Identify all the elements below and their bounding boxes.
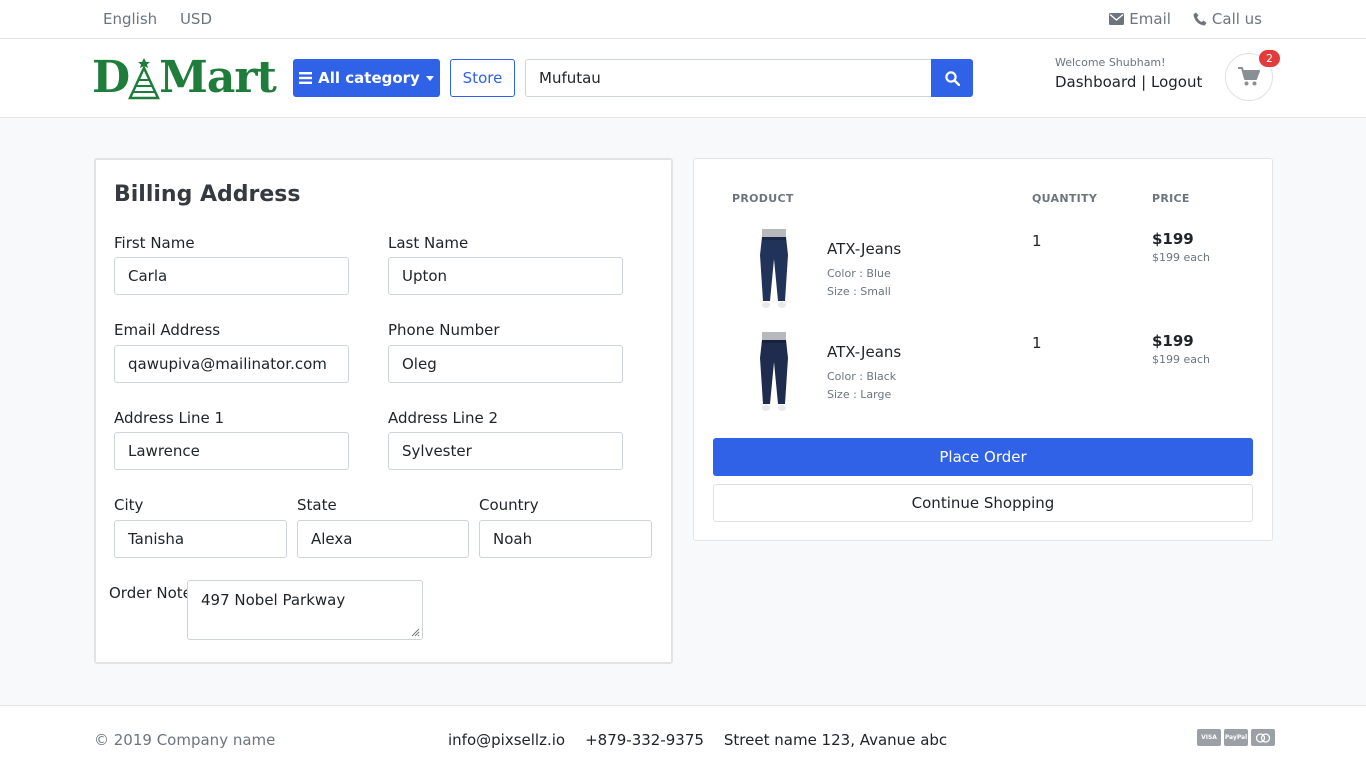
product-color: Color : Black (827, 370, 897, 383)
logo-letter-d: D (92, 52, 130, 103)
phone-number-value: Oleg (402, 355, 437, 373)
email-link[interactable]: Email (1109, 10, 1171, 28)
call-link[interactable]: Call us (1193, 10, 1262, 28)
address-line-1-value: Lawrence (128, 442, 200, 460)
order-summary-card: PRODUCT QUANTITY PRICE ATX-Jeans Color :… (693, 158, 1273, 541)
caret-down-icon (425, 75, 434, 81)
copyright-text: © 2019 Company name (94, 731, 276, 749)
footer-phone[interactable]: +879-332-9375 (585, 731, 704, 749)
product-name[interactable]: ATX-Jeans (827, 343, 901, 361)
state-label: State (297, 496, 337, 514)
country-value: Noah (493, 530, 533, 548)
price-column-header: PRICE (1152, 192, 1190, 205)
product-size: Size : Large (827, 388, 892, 401)
last-name-value: Upton (402, 267, 448, 285)
email-address-label: Email Address (114, 321, 221, 339)
country-label: Country (479, 496, 539, 514)
main-header: D Mart All category Store Mufutau Welcom… (0, 39, 1366, 118)
cart-button[interactable]: 2 (1225, 50, 1280, 101)
resize-grip-icon[interactable] (410, 627, 420, 637)
footer-email[interactable]: info@pixsellz.io (448, 731, 565, 749)
last-name-label: Last Name (388, 234, 469, 252)
visa-icon: VISA (1197, 729, 1221, 746)
email-label: Email (1129, 10, 1171, 28)
place-order-button[interactable]: Place Order (713, 438, 1253, 476)
language-selector[interactable]: English (103, 10, 157, 28)
dashboard-link[interactable]: Dashboard (1055, 73, 1136, 91)
footer: © 2019 Company name info@pixsellz.io +87… (0, 705, 1366, 770)
product-color: Color : Blue (827, 267, 891, 280)
city-field[interactable]: Tanisha (114, 520, 287, 558)
continue-shopping-button[interactable]: Continue Shopping (713, 484, 1253, 522)
product-quantity: 1 (1032, 334, 1042, 352)
product-price: $199 (1152, 230, 1194, 248)
logo-text-mart: Mart (159, 52, 277, 103)
email-value: qawupiva@mailinator.com (128, 355, 327, 373)
first-name-field[interactable]: Carla (114, 257, 349, 295)
envelope-icon (1109, 13, 1125, 25)
phone-number-label: Phone Number (388, 321, 500, 339)
product-name[interactable]: ATX-Jeans (827, 240, 901, 258)
separator: | (1141, 73, 1147, 91)
address-line-2-field[interactable]: Sylvester (388, 432, 623, 470)
quantity-column-header: QUANTITY (1032, 192, 1098, 205)
product-column-header: PRODUCT (732, 192, 794, 205)
product-quantity: 1 (1032, 232, 1042, 250)
paypal-icon: PayPal (1224, 729, 1248, 746)
all-category-label: All category (318, 69, 420, 87)
state-value: Alexa (311, 530, 353, 548)
first-name-label: First Name (114, 234, 195, 252)
search-input[interactable]: Mufutau (525, 59, 931, 97)
all-category-button[interactable]: All category (293, 59, 440, 97)
email-field[interactable]: qawupiva@mailinator.com (114, 345, 349, 383)
logout-link[interactable]: Logout (1151, 73, 1202, 91)
menu-icon (299, 72, 313, 84)
order-note-label: Order Note (109, 584, 192, 602)
product-unit-price: $199 each (1152, 353, 1211, 366)
call-label: Call us (1211, 10, 1262, 28)
tree-logo-icon (128, 58, 161, 100)
currency-selector[interactable]: USD (180, 10, 212, 28)
product-price: $199 (1152, 332, 1194, 350)
address-line-2-label: Address Line 2 (388, 409, 499, 427)
order-note-value: 497 Nobel Parkway (201, 591, 346, 609)
last-name-field[interactable]: Upton (388, 257, 623, 295)
store-button[interactable]: Store (450, 59, 515, 97)
billing-address-card: Billing Address First Name Carla Last Na… (94, 158, 673, 664)
top-bar: English USD Email Call us (0, 0, 1366, 39)
country-field[interactable]: Noah (479, 520, 652, 558)
footer-address: Street name 123, Avanue abc (723, 731, 948, 749)
welcome-text: Welcome Shubham! (1055, 56, 1166, 69)
shopping-cart-icon (1238, 67, 1260, 86)
mastercard-icon (1251, 729, 1275, 746)
order-note-textarea[interactable]: 497 Nobel Parkway (187, 580, 423, 640)
address-line-1-field[interactable]: Lawrence (114, 432, 349, 470)
state-field[interactable]: Alexa (297, 520, 469, 558)
city-value: Tanisha (128, 530, 185, 548)
address-line-2-value: Sylvester (402, 442, 472, 460)
search-icon (944, 70, 960, 86)
search-bar: Mufutau (525, 59, 973, 97)
product-unit-price: $199 each (1152, 251, 1211, 264)
jeans-product-image[interactable] (752, 229, 796, 309)
payment-methods: VISA PayPal (1197, 729, 1275, 746)
user-menu: Welcome Shubham! Dashboard | Logout (1055, 56, 1202, 91)
cart-count-badge: 2 (1259, 50, 1280, 67)
first-name-value: Carla (128, 267, 168, 285)
jeans-product-image[interactable] (752, 332, 796, 412)
dmart-logo[interactable]: D Mart (92, 52, 277, 103)
search-input-value: Mufutau (539, 69, 601, 87)
address-line-1-label: Address Line 1 (114, 409, 225, 427)
phone-icon (1193, 12, 1207, 26)
billing-title: Billing Address (114, 182, 301, 207)
search-button[interactable] (931, 59, 973, 97)
phone-number-field[interactable]: Oleg (388, 345, 623, 383)
product-size: Size : Small (827, 285, 891, 298)
city-label: City (114, 496, 144, 514)
